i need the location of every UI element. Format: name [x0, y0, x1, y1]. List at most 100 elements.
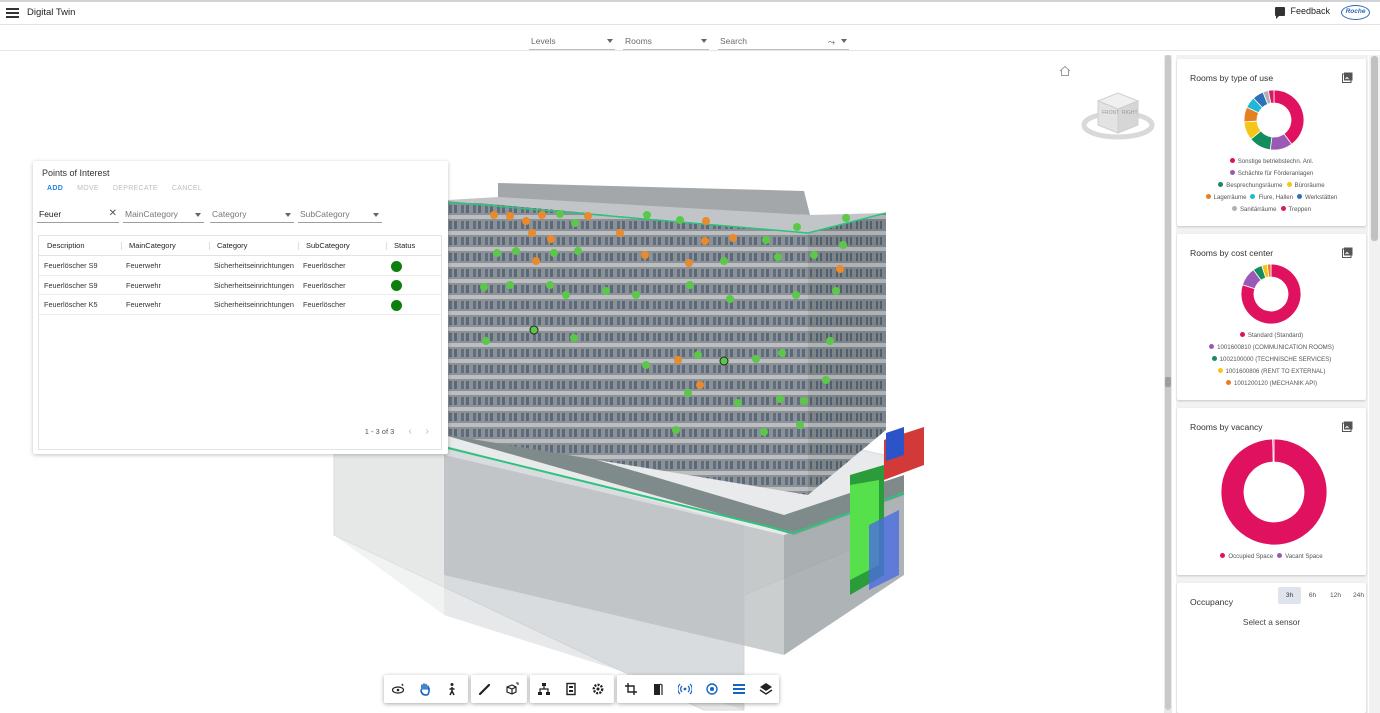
legend-item[interactable]: Besprechungsräume [1218, 180, 1283, 192]
poi-button[interactable] [698, 675, 725, 703]
export-image-icon[interactable] [1342, 421, 1353, 432]
donut-slice[interactable] [1272, 438, 1275, 463]
layers-button[interactable] [752, 675, 779, 703]
app-header: Digital Twin Feedback Roche [0, 0, 1380, 25]
poi-search-input[interactable]: Feuer ✕ [37, 207, 119, 223]
cell-category: Sicherheitseinrichtungen [214, 300, 294, 309]
chevron-down-icon [373, 213, 379, 217]
legend-item[interactable]: Werkstätten [1297, 192, 1337, 204]
column-header[interactable]: SubCategory [298, 236, 386, 255]
poi-actions: ADD MOVE DEPRECATE CANCEL [47, 185, 202, 192]
cell-sub-category: Feuerlöscher [303, 280, 346, 290]
move-poi-button[interactable]: MOVE [77, 185, 99, 192]
tab-24h[interactable]: 24h [1347, 587, 1370, 604]
legend-item[interactable]: Standard (Standard) [1239, 330, 1303, 342]
svg-text:RIGHT: RIGHT [1122, 110, 1138, 116]
cancel-poi-button[interactable]: CANCEL [172, 185, 202, 192]
column-header[interactable]: Status [386, 236, 441, 255]
legend-item[interactable]: 1001200120 (MECHANIK API) [1226, 378, 1317, 390]
legend-item[interactable]: Treppen [1280, 204, 1311, 216]
legend-item[interactable]: Occupied Space [1220, 551, 1273, 563]
view-cube[interactable]: FRONT RIGHT [1080, 83, 1158, 143]
legend-label: Flure, Hallen [1258, 194, 1293, 201]
tools-toolbar [471, 675, 527, 703]
legend-swatch [1231, 205, 1237, 211]
door-button[interactable] [644, 675, 671, 703]
table-row[interactable]: Feuerlöscher S9 Feuerwehr Sicherheitsein… [39, 276, 441, 295]
chevron-down-icon [195, 213, 201, 217]
sensor-button[interactable] [671, 675, 698, 703]
explode-button[interactable] [498, 675, 525, 703]
legend-item[interactable]: Sanitärräume [1231, 204, 1277, 216]
tab-3h[interactable]: 3h [1278, 587, 1301, 604]
column-header[interactable]: MainCategory [121, 236, 209, 255]
legend-swatch [1226, 379, 1231, 385]
table-row[interactable]: Feuerlöscher S9 Feuerwehr Sicherheitsein… [39, 256, 441, 276]
legend-item[interactable]: 1001600806 (RENT TO EXTERNAL) [1217, 366, 1325, 378]
cell-description: Feuerlöscher S9 [44, 261, 98, 270]
legend-swatch [1217, 367, 1223, 373]
levels-list-icon [732, 684, 745, 694]
legend-item[interactable]: 1001600810 (COMMUNICATION ROOMS) [1209, 342, 1334, 354]
home-icon[interactable] [1059, 65, 1071, 77]
scrollbar-thumb[interactable] [1371, 56, 1378, 241]
settings-button[interactable] [584, 675, 611, 703]
legend-line: Standard (Standard) [1177, 330, 1366, 342]
tab-12h[interactable]: 12h [1324, 587, 1347, 604]
chevron-left-icon[interactable]: ‹ [408, 426, 411, 437]
legend-item[interactable]: Flure, Hallen [1250, 192, 1293, 204]
feedback-icon [1275, 6, 1286, 19]
legend-swatch [1220, 552, 1226, 558]
dashboard-scrollbar[interactable] [1369, 55, 1380, 713]
orbit-button[interactable] [384, 675, 411, 703]
feedback-button[interactable]: Feedback [1275, 6, 1330, 19]
legend-line: 1002100000 (TECHNISCHE SERVICES) [1177, 354, 1366, 366]
legend-swatch [1218, 181, 1224, 187]
clear-search-icon[interactable]: ⤳ [828, 35, 835, 49]
status-dot [391, 299, 402, 311]
main-category-select[interactable]: MainCategory [123, 207, 204, 223]
pan-button[interactable] [411, 675, 438, 703]
levels-list-button[interactable] [725, 675, 752, 703]
poi-panel-title: Points of Interest [42, 168, 110, 178]
rooms-by-type-of-use-card: Rooms by type of use Sonstige betriebste… [1177, 59, 1366, 226]
column-header[interactable]: Category [209, 236, 298, 255]
hamburger-menu-icon[interactable] [6, 6, 19, 19]
panel-splitter[interactable] [1164, 55, 1172, 713]
splitter-handle[interactable] [1165, 377, 1171, 387]
close-icon[interactable]: ✕ [109, 207, 117, 221]
tab-6h[interactable]: 6h [1301, 587, 1324, 604]
legend-swatch [1211, 355, 1217, 361]
table-pagination: 1 - 3 of 3 ‹ › [365, 426, 429, 437]
legend-label: Büroräume [1294, 182, 1325, 189]
explode-icon [505, 682, 518, 695]
category-select[interactable]: Category [210, 207, 294, 223]
export-image-icon[interactable] [1342, 72, 1353, 83]
search-input[interactable]: Search ⤳ [718, 34, 849, 50]
legend-label: 1002100000 (TECHNISCHE SERVICES) [1219, 356, 1332, 363]
legend-item[interactable]: Schächte für Förderanlagen [1229, 168, 1313, 180]
legend-item[interactable]: 1002100000 (TECHNISCHE SERVICES) [1211, 354, 1332, 366]
chevron-right-icon[interactable]: › [426, 426, 429, 437]
deprecate-poi-button[interactable]: DEPRECATE [113, 185, 158, 192]
sub-category-select[interactable]: SubCategory [298, 207, 382, 223]
levels-select[interactable]: Levels [529, 34, 615, 50]
properties-button[interactable] [557, 675, 584, 703]
legend-item[interactable]: Vacant Space [1277, 551, 1323, 563]
table-row[interactable]: Feuerlöscher K5 Feuerwehr Sicherheitsein… [39, 295, 441, 315]
legend-swatch [1280, 205, 1286, 211]
svg-text:FRONT: FRONT [1102, 110, 1119, 116]
walk-button[interactable] [438, 675, 465, 703]
legend-label: Sanitärräume [1239, 206, 1277, 213]
legend-item[interactable]: Lagerräume [1205, 192, 1246, 204]
section-button[interactable] [617, 675, 644, 703]
legend-item[interactable]: Büroräume [1286, 180, 1325, 192]
rooms-select[interactable]: Rooms [623, 34, 709, 50]
legend-item[interactable]: Sonstige betriebstechn. Anl. [1229, 156, 1313, 168]
add-poi-button[interactable]: ADD [47, 185, 63, 192]
column-header[interactable]: Description [39, 236, 121, 255]
poi-search-value: Feuer [39, 209, 62, 219]
model-browser-button[interactable] [530, 675, 557, 703]
measure-button[interactable] [471, 675, 498, 703]
filter-bar: Levels Rooms Search ⤳ [0, 26, 1380, 51]
